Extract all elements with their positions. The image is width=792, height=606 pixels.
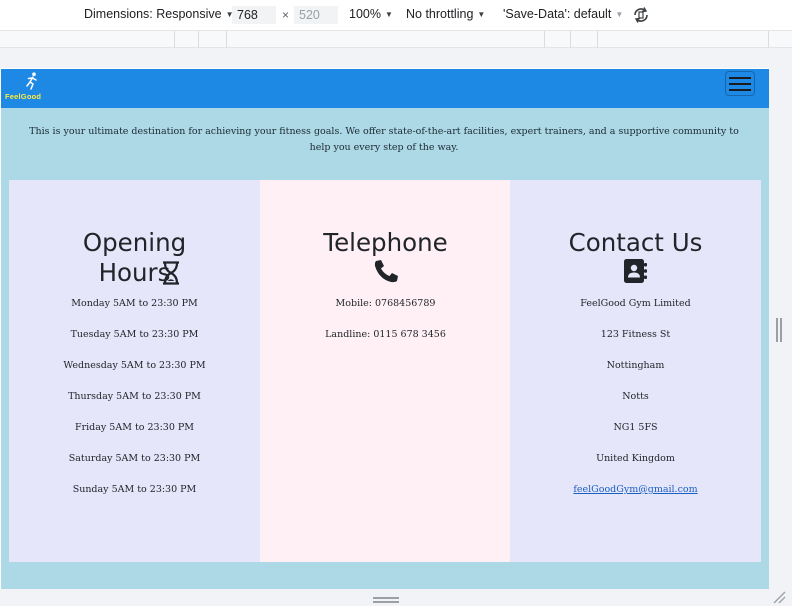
list-item: 123 Fitness St bbox=[600, 329, 671, 340]
telephone-title: Telephone bbox=[323, 228, 448, 257]
navbar: FeelGood bbox=[1, 69, 769, 108]
bottom-resize-handle[interactable] bbox=[373, 597, 399, 603]
telephone-list: Mobile: 0768456789 Landline: 0115 678 34… bbox=[260, 295, 511, 357]
ruler-tick bbox=[174, 31, 175, 48]
device-toolbar: Dimensions: Responsive ▼ 768 × 520 100% … bbox=[0, 0, 792, 30]
right-resize-handle[interactable] bbox=[776, 318, 782, 342]
save-data-dropdown[interactable]: 'Save-Data': default ▼ bbox=[503, 7, 623, 21]
telephone-section: Telephone Mobile: 0768456789 Landline: 0… bbox=[260, 180, 511, 562]
contact-list: FeelGood Gym Limited 123 Fitness St Nott… bbox=[510, 295, 761, 512]
phone-icon bbox=[373, 259, 399, 290]
zoom-caret-icon: ▼ bbox=[384, 9, 393, 19]
site-viewport: FeelGood This is your ultimate destinati… bbox=[1, 69, 769, 589]
list-item: NG1 5FS bbox=[613, 422, 658, 433]
dimension-separator: × bbox=[282, 8, 290, 22]
list-item: Tuesday 5AM to 23:30 PM bbox=[70, 329, 199, 340]
list-item: Monday 5AM to 23:30 PM bbox=[71, 298, 198, 309]
opening-hours-section: Opening Hours Monday 5AM to 23:30 PM Tue… bbox=[9, 180, 260, 562]
hamburger-line bbox=[729, 83, 751, 85]
contact-section: Contact Us FeelGood Gym Limited 123 Fitn… bbox=[510, 180, 761, 562]
list-item: Nottingham bbox=[606, 360, 665, 371]
runner-icon bbox=[26, 72, 37, 90]
email-link[interactable]: feelGoodGym@gmail.com bbox=[573, 484, 697, 495]
zoom-label: 100% bbox=[349, 7, 381, 21]
opening-hours-list: Monday 5AM to 23:30 PM Tuesday 5AM to 23… bbox=[9, 295, 260, 512]
rotate-icon[interactable] bbox=[631, 5, 651, 25]
address-book-icon bbox=[623, 258, 649, 291]
contact-title: Contact Us bbox=[568, 228, 703, 257]
intro-text: This is your ultimate destination for ac… bbox=[29, 126, 739, 153]
throttling-dropdown[interactable]: No throttling ▼ bbox=[406, 7, 485, 21]
height-input[interactable]: 520 bbox=[294, 6, 338, 24]
list-item: Landline: 0115 678 3456 bbox=[325, 329, 446, 340]
list-item: Thursday 5AM to 23:30 PM bbox=[68, 391, 201, 402]
hamburger-line bbox=[729, 77, 751, 79]
list-item: FeelGood Gym Limited bbox=[580, 298, 691, 309]
logo-text: FeelGood bbox=[5, 92, 42, 101]
list-item: Wednesday 5AM to 23:30 PM bbox=[63, 360, 206, 371]
logo[interactable]: FeelGood bbox=[5, 72, 57, 104]
list-item: Sunday 5AM to 23:30 PM bbox=[72, 484, 197, 495]
list-item: United Kingdom bbox=[596, 453, 675, 464]
ruler-tick bbox=[226, 31, 227, 48]
list-item: Friday 5AM to 23:30 PM bbox=[74, 422, 195, 433]
list-item: Notts bbox=[622, 391, 649, 402]
save-data-label: 'Save-Data': default bbox=[503, 7, 612, 21]
dimensions-dropdown[interactable]: Dimensions: Responsive ▼ bbox=[84, 7, 233, 21]
dimensions-label: Dimensions: Responsive bbox=[84, 7, 222, 21]
hamburger-line bbox=[729, 89, 751, 91]
ruler-tick bbox=[544, 31, 545, 48]
ruler-tick bbox=[597, 31, 598, 48]
zoom-dropdown[interactable]: 100% ▼ bbox=[349, 7, 393, 21]
ruler-tick bbox=[570, 31, 571, 48]
save-data-caret-icon: ▼ bbox=[615, 9, 624, 19]
hourglass-icon bbox=[162, 261, 180, 292]
navbar-toggle-button[interactable] bbox=[725, 71, 755, 96]
width-input[interactable]: 768 bbox=[232, 6, 276, 24]
opening-hours-heading: Opening Hours bbox=[9, 228, 260, 288]
top-gutter bbox=[0, 48, 792, 68]
media-query-ruler[interactable] bbox=[0, 30, 792, 48]
list-item: feelGoodGym@gmail.com bbox=[510, 481, 761, 512]
throttling-label: No throttling bbox=[406, 7, 474, 21]
corner-resize-icon[interactable] bbox=[772, 590, 786, 604]
telephone-heading: Telephone bbox=[260, 228, 511, 290]
list-item: Saturday 5AM to 23:30 PM bbox=[68, 453, 201, 464]
ruler-tick bbox=[768, 31, 769, 48]
throttling-caret-icon: ▼ bbox=[477, 9, 486, 19]
ruler-tick bbox=[198, 31, 199, 48]
list-item: Mobile: 0768456789 bbox=[335, 298, 436, 309]
contact-heading: Contact Us bbox=[510, 228, 761, 291]
